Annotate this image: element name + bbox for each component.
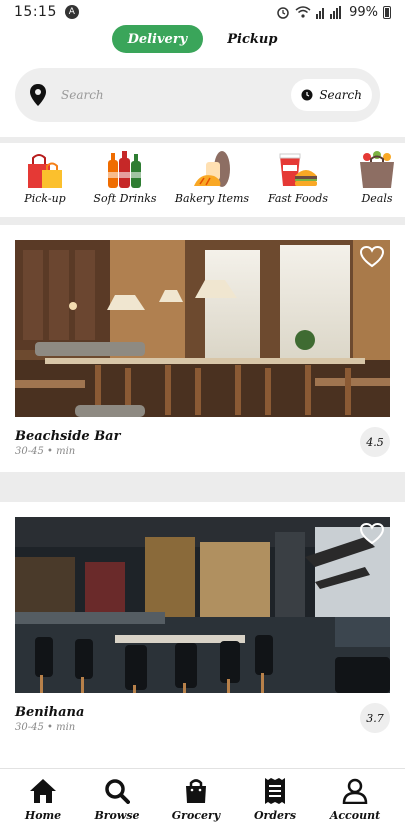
- restaurant-interior-image: [15, 240, 390, 417]
- battery-icon: [383, 5, 391, 19]
- wifi-icon: [295, 5, 311, 19]
- search-icon: [103, 777, 131, 805]
- search-bar[interactable]: Search Search: [15, 68, 380, 122]
- clock-icon: [301, 89, 313, 101]
- category-label: Soft Drinks: [93, 192, 157, 205]
- bottom-navigation: Home Browse Grocery Orders Account: [0, 768, 405, 833]
- location-pin-icon[interactable]: [29, 84, 47, 106]
- nav-grocery[interactable]: Grocery: [156, 777, 236, 822]
- delivery-eta: 30-45 • min: [15, 722, 76, 733]
- heart-icon[interactable]: [360, 523, 384, 545]
- rating-badge: 3.7: [360, 703, 390, 733]
- heart-icon[interactable]: [360, 246, 384, 268]
- nav-label: Browse: [94, 809, 140, 822]
- restaurant-name: Beachside Bar: [15, 429, 121, 444]
- pickup-tab[interactable]: Pickup: [211, 25, 293, 53]
- restaurant-name: Benihana: [15, 705, 85, 720]
- burger-drink-icon: [278, 148, 318, 188]
- grocery-bag-icon: [357, 148, 397, 188]
- bread-icon: [192, 148, 232, 188]
- nav-browse[interactable]: Browse: [77, 777, 157, 822]
- restaurant-photo[interactable]: [15, 517, 390, 693]
- section-divider: [0, 217, 405, 225]
- section-divider: [0, 472, 405, 502]
- category-strip: Pick-up Soft Drinks Bakery Items Fast Fo…: [0, 148, 405, 210]
- shopping-bag-icon: [182, 777, 210, 805]
- status-time: 15:15: [14, 4, 57, 20]
- section-divider: [0, 137, 405, 143]
- delivery-tab[interactable]: Delivery: [111, 25, 204, 53]
- battery-level: 99%: [349, 4, 378, 20]
- user-icon: [341, 777, 369, 805]
- soda-bottles-icon: [105, 148, 145, 188]
- nav-label: Account: [329, 809, 381, 822]
- status-bar: 15:15 A 99%: [0, 0, 405, 24]
- category-fast-foods[interactable]: Fast Foods: [258, 148, 338, 205]
- nav-label: Grocery: [171, 809, 221, 822]
- search-button-label: Search: [319, 88, 362, 102]
- restaurant-card[interactable]: Beachside Bar 30-45 • min 4.5: [15, 240, 390, 457]
- home-icon: [29, 777, 57, 805]
- category-soft-drinks[interactable]: Soft Drinks: [85, 148, 165, 205]
- mode-toggle: Delivery Pickup: [0, 25, 405, 53]
- nav-label: Orders: [253, 809, 297, 822]
- shopping-bags-icon: [26, 148, 64, 188]
- delivery-eta: 30-45 • min: [15, 446, 76, 457]
- signal-icon: [316, 5, 344, 19]
- rating-badge: 4.5: [360, 427, 390, 457]
- nav-label: Home: [24, 809, 62, 822]
- nav-account[interactable]: Account: [315, 777, 395, 822]
- search-input[interactable]: Search: [61, 88, 291, 102]
- app-notification-icon: A: [64, 5, 79, 19]
- restaurant-interior-image: [15, 517, 390, 693]
- nav-orders[interactable]: Orders: [235, 777, 315, 822]
- category-label: Pick-up: [24, 192, 66, 205]
- category-bakery-items[interactable]: Bakery Items: [172, 148, 252, 205]
- category-label: Deals: [361, 192, 393, 205]
- receipt-icon: [261, 777, 289, 805]
- nav-home[interactable]: Home: [3, 777, 83, 822]
- category-pick-up[interactable]: Pick-up: [5, 148, 85, 205]
- restaurant-card[interactable]: Benihana 30-45 • min 3.7: [15, 517, 390, 733]
- category-label: Fast Foods: [268, 192, 328, 205]
- alarm-icon: [276, 5, 290, 19]
- search-button[interactable]: Search: [291, 79, 372, 111]
- restaurant-photo[interactable]: [15, 240, 390, 417]
- category-deals[interactable]: Deals: [337, 148, 405, 205]
- category-label: Bakery Items: [174, 192, 250, 205]
